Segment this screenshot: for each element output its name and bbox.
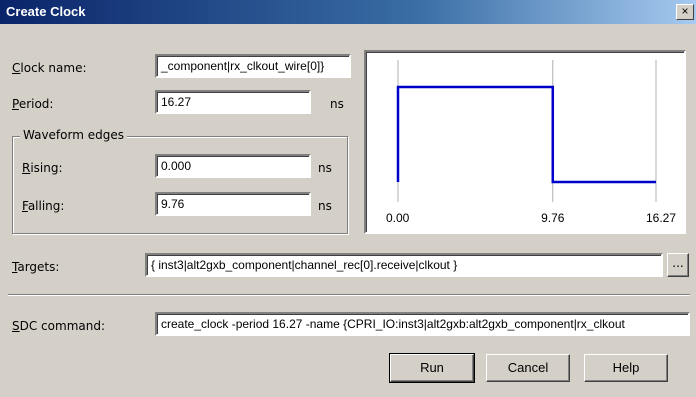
- falling-input[interactable]: 9.76: [155, 192, 311, 216]
- falling-label: Falling:: [22, 199, 65, 213]
- rising-input[interactable]: 0.000: [155, 154, 311, 178]
- waveform-edges-title: Waveform edges: [20, 128, 127, 142]
- waveform-svg: 0.00 9.76 16.27: [386, 60, 676, 225]
- window-title: Create Clock: [6, 4, 86, 19]
- clock-waveform-line: [396, 85, 656, 184]
- waveform-edges-group: [12, 136, 348, 234]
- waveform-tick-label: 0.00: [386, 211, 410, 225]
- sdc-command-label: SDC command:: [12, 319, 105, 333]
- help-button[interactable]: Help: [584, 354, 668, 382]
- rising-unit: ns: [318, 161, 332, 175]
- clock-name-label: Clock name:: [12, 61, 87, 75]
- rising-label: Rising:: [22, 161, 63, 175]
- targets-label: Targets:: [12, 260, 60, 274]
- period-label: Period:: [12, 97, 54, 111]
- period-unit: ns: [330, 97, 344, 111]
- cancel-button[interactable]: Cancel: [486, 354, 570, 382]
- clock-name-input[interactable]: _component|rx_clkout_wire[0]}: [155, 54, 351, 78]
- period-input[interactable]: 16.27: [155, 90, 311, 114]
- run-button[interactable]: Run: [389, 353, 475, 383]
- close-button[interactable]: ×: [676, 4, 694, 20]
- separator: [8, 294, 690, 296]
- targets-input[interactable]: { inst3|alt2gxb_component|channel_rec[0]…: [145, 253, 663, 277]
- waveform-tick-label: 16.27: [646, 211, 676, 225]
- waveform-preview: 0.00 9.76 16.27: [364, 50, 686, 234]
- sdc-command-input[interactable]: create_clock -period 16.27 -name {CPRI_I…: [155, 312, 690, 336]
- falling-unit: ns: [318, 199, 332, 213]
- title-bar: Create Clock ×: [0, 0, 696, 24]
- waveform-tick-label: 9.76: [541, 211, 565, 225]
- targets-browse-button[interactable]: ...: [667, 253, 689, 277]
